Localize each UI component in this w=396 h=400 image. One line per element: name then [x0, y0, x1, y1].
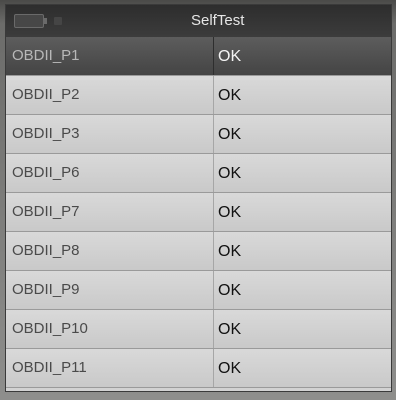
test-name: OBDII_P10 — [6, 310, 214, 348]
test-status: OK — [218, 165, 242, 182]
test-name: OBDII_P2 — [6, 76, 214, 114]
test-name: OBDII_P11 — [6, 349, 214, 387]
test-status: OK — [218, 282, 242, 299]
test-row[interactable]: OBDII_P11 OK — [6, 349, 391, 388]
device-frame: SelfTest OBDII_P1 OK OBDII_P2 OK OBDII_P3 OK O… — [0, 0, 396, 400]
test-row[interactable]: OBDII_P10 OK — [6, 310, 391, 349]
test-row[interactable]: OBDII_P6 OK — [6, 154, 391, 193]
test-status: OK — [218, 48, 242, 65]
test-list: OBDII_P1 OK OBDII_P2 OK OBDII_P3 OK OBDII_P6 OK… — [6, 37, 391, 388]
title-bar: SelfTest — [6, 5, 391, 37]
test-status: OK — [218, 204, 242, 221]
test-status: OK — [218, 243, 242, 260]
test-status: OK — [218, 360, 242, 377]
test-row[interactable]: OBDII_P9 OK — [6, 271, 391, 310]
test-name: OBDII_P1 — [6, 37, 214, 75]
test-row[interactable]: OBDII_P2 OK — [6, 76, 391, 115]
test-row[interactable]: OBDII_P1 OK — [6, 37, 391, 76]
screen: SelfTest OBDII_P1 OK OBDII_P2 OK OBDII_P3 OK O… — [5, 4, 392, 392]
test-row[interactable]: OBDII_P8 OK — [6, 232, 391, 271]
page-title: SelfTest — [191, 12, 245, 29]
test-name: OBDII_P9 — [6, 271, 214, 309]
test-name: OBDII_P6 — [6, 154, 214, 192]
test-status: OK — [218, 87, 242, 104]
test-status: OK — [218, 321, 242, 338]
battery-icon — [14, 14, 47, 28]
test-name: OBDII_P3 — [6, 115, 214, 153]
signal-icon — [54, 17, 62, 25]
test-name: OBDII_P8 — [6, 232, 214, 270]
test-status: OK — [218, 126, 242, 143]
test-row[interactable]: OBDII_P7 OK — [6, 193, 391, 232]
test-row[interactable]: OBDII_P3 OK — [6, 115, 391, 154]
test-name: OBDII_P7 — [6, 193, 214, 231]
